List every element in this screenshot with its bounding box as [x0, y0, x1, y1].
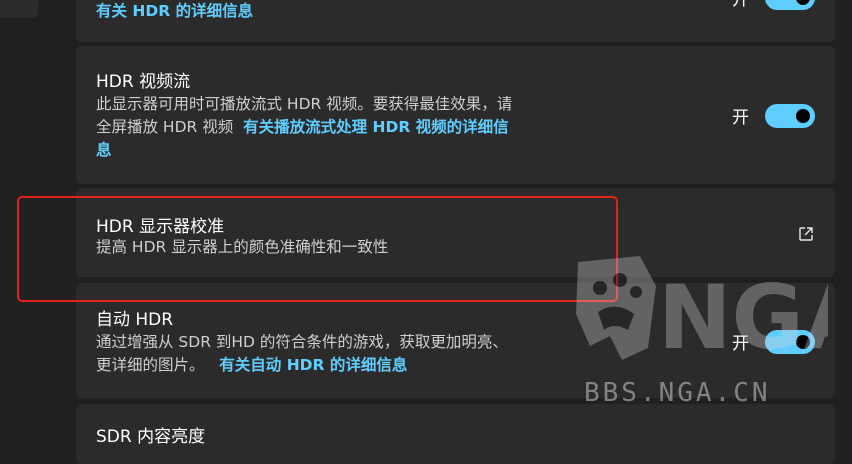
auto-hdr-title: 自动 HDR	[96, 310, 174, 330]
hdr-calibration-description: 提高 HDR 显示器上的颜色准确性和一致性	[96, 238, 389, 256]
hdr-video-description: 此显示器可用时可播放流式 HDR 视频。要获得最佳效果，请 全屏播放 HDR 视…	[96, 95, 513, 159]
hdr-details-link[interactable]: 有关 HDR 的详细信息	[96, 2, 253, 20]
auto-hdr-details-link[interactable]: 有关自动 HDR 的详细信息	[219, 356, 407, 374]
sdr-brightness-title: SDR 内容亮度	[96, 427, 206, 447]
hdr-video-details-link[interactable]: 有关播放流式处理 HDR 视频的详细信	[243, 118, 509, 136]
sdr-brightness-card: SDR 内容亮度	[76, 404, 835, 464]
hdr-video-toggle-label: 开	[732, 108, 749, 128]
external-link-icon[interactable]	[797, 225, 815, 243]
hdr-toggle-group: 开	[732, 0, 815, 10]
hdr-video-title: HDR 视频流	[96, 72, 191, 92]
nav-rail-item[interactable]	[0, 0, 38, 18]
hdr-video-details-link-cont[interactable]: 息	[96, 141, 112, 159]
hdr-toggle[interactable]	[765, 0, 815, 10]
watermark-site-text: BBS.NGA.CN	[584, 378, 771, 408]
hdr-video-toggle[interactable]	[765, 103, 815, 128]
toggle-knob	[796, 108, 810, 123]
hdr-calibration-title: HDR 显示器校准	[96, 217, 225, 237]
watermark-logo-text: NGA	[658, 266, 828, 369]
hdr-setting-card: 有关 HDR 的详细信息 开	[76, 0, 835, 42]
toggle-knob	[796, 0, 810, 5]
hdr-video-card: HDR 视频流 此显示器可用时可播放流式 HDR 视频。要获得最佳效果，请 全屏…	[76, 46, 835, 184]
auto-hdr-description: 通过增强从 SDR 到HD 的符合条件的游戏，获取更加明亮、 更详细的图片。 有…	[96, 333, 508, 374]
hdr-video-toggle-group: 开	[732, 103, 815, 128]
hdr-toggle-label: 开	[732, 0, 749, 10]
